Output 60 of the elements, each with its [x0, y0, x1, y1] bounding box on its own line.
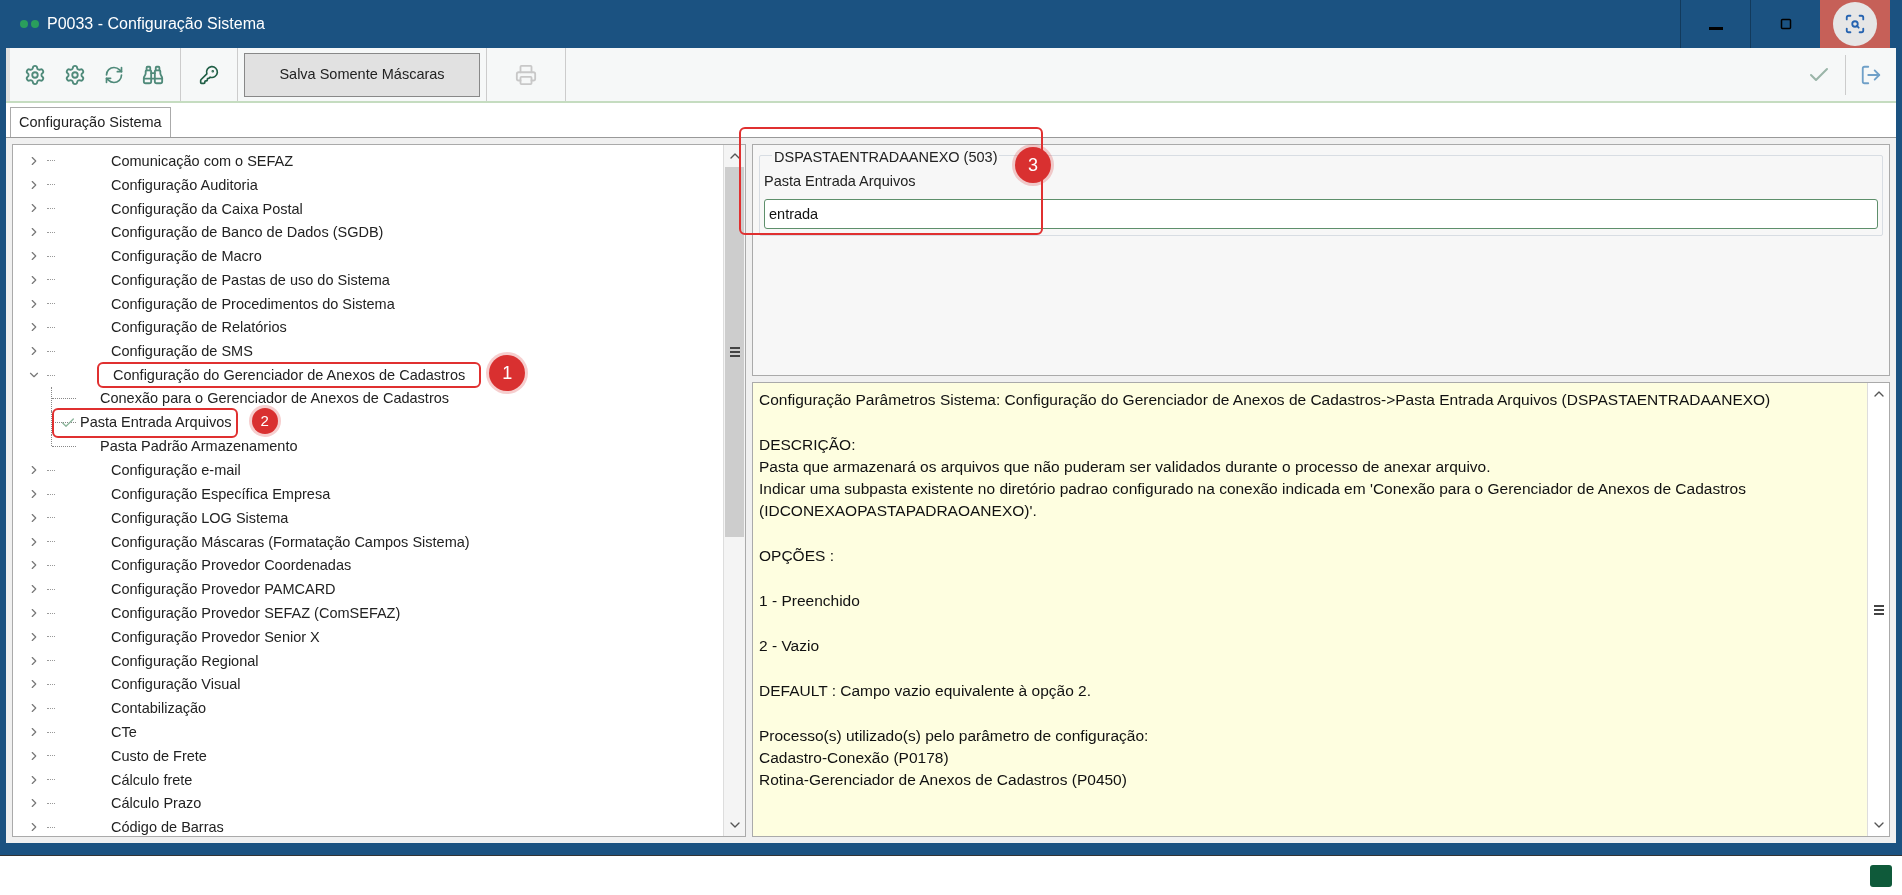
- tree-item[interactable]: Configuração Provedor Coordenadas: [97, 554, 366, 577]
- description-line: Pasta que armazenará os arquivos que não puderam ser validados durante o processo de anexar arquivo.: [759, 457, 1492, 477]
- tree-item[interactable]: Configuração Auditoria: [97, 173, 272, 196]
- tree-item[interactable]: Configuração Provedor SEFAZ (ComSEFAZ): [97, 602, 415, 625]
- tree-item[interactable]: Configuração de SMS: [97, 340, 267, 363]
- tree-item[interactable]: Contabilização: [97, 697, 221, 720]
- tab[interactable]: Configuração Sistema: [10, 107, 171, 137]
- description-line: Indicar uma subpasta existente no diretório padrao configurado na conexão indicada em 'Conexão para o Gerenciador de Anexos de Cadastros (IDCONEXAOPASTAPADRAOANEXO)'.: [759, 479, 1747, 521]
- input-field[interactable]: entrada: [764, 198, 1878, 229]
- scroll-thumb[interactable]: [725, 167, 744, 537]
- tree-item[interactable]: CTe: [97, 721, 151, 744]
- refresh-icon[interactable]: [104, 64, 124, 85]
- tree-item[interactable]: Configuração LOG Sistema: [97, 506, 303, 529]
- description-line: DEFAULT : Campo vazio equivalente à opção 2.: [759, 681, 1092, 701]
- tree-item[interactable]: Cálculo frete: [97, 768, 207, 791]
- tree-item[interactable]: Custo de Frete: [97, 744, 221, 767]
- tree-item[interactable]: Configuração Específica Empresa: [97, 483, 345, 506]
- connection-icon: [1870, 864, 1892, 887]
- tree-item[interactable]: Configuração de Procedimentos do Sistema: [97, 292, 409, 315]
- tree-item[interactable]: Configuração Máscaras (Formatação Campos Sistema): [97, 530, 484, 553]
- tree-item[interactable]: Pasta Entrada Arquivos: [52, 407, 238, 438]
- tree-item[interactable]: Configuração de Banco de Dados (SGDB): [97, 221, 398, 244]
- window-title: P0033 - Configuração Sistema: [47, 14, 265, 34]
- description-line: 2 - Vazio: [759, 636, 821, 656]
- description-line: Configuração Parâmetros Sistema: Configuração do Gerenciador de Anexos de Cadastros->Pasta Entrada Arquivos (DSPASTAENTRADAANEXO): [759, 390, 1772, 410]
- tree-item[interactable]: Configuração Regional: [97, 649, 273, 672]
- minimize-icon: [1708, 26, 1723, 30]
- tree-item[interactable]: Cálculo Prazo: [97, 792, 216, 815]
- tree-item[interactable]: Configuração Provedor PAMCARD: [97, 578, 350, 601]
- tree-item[interactable]: Configuração Visual: [97, 673, 255, 696]
- grip-icon: [729, 347, 740, 357]
- description-line: 1 - Preenchido: [759, 591, 861, 611]
- scrollbar[interactable]: [723, 145, 745, 836]
- grip-icon: [1873, 604, 1884, 615]
- description-line: Cadastro-Conexão (P0178): [759, 748, 950, 768]
- tree-item[interactable]: Configuração Provedor Senior X: [97, 625, 334, 648]
- status-dots-icon: [20, 20, 39, 28]
- tree-item[interactable]: Configuração de Macro: [97, 245, 276, 268]
- exit-icon[interactable]: [1860, 63, 1882, 86]
- description-line: Rotina-Gerenciador de Anexos de Cadastros (P0450): [759, 770, 1128, 790]
- annotation-badge: 2: [251, 407, 278, 434]
- annotation-badge: 3: [1015, 147, 1051, 183]
- tree-item[interactable]: Configuração de Pastas de uso do Sistema: [97, 268, 404, 291]
- tree-item[interactable]: Comunicação com o SEFAZ: [97, 149, 308, 172]
- scrollbar[interactable]: [1867, 383, 1889, 836]
- maximize-icon: [1779, 18, 1792, 30]
- description-line: DESCRIÇÃO:: [759, 435, 857, 455]
- tree-item[interactable]: Configuração da Caixa Postal: [97, 197, 317, 220]
- tree-item[interactable]: Configuração de Relatórios: [97, 316, 301, 339]
- tree-item[interactable]: Configuração e-mail: [97, 459, 255, 482]
- description-line: Processo(s) utilizado(s) pelo parâmetro de configuração:: [759, 726, 1150, 746]
- tree-item[interactable]: Código de Barras: [97, 816, 238, 839]
- screen-capture-icon[interactable]: [1833, 2, 1877, 46]
- annotation-badge: 1: [489, 355, 526, 392]
- description-line: OPÇÕES :: [759, 546, 835, 566]
- parameter-label: Pasta Entrada Arquivos: [764, 171, 916, 191]
- close-button[interactable]: [1820, 0, 1890, 48]
- tree-item[interactable]: Configuração do Gerenciador de Anexos de Cadastros: [97, 362, 482, 389]
- save-masks-button[interactable]: Salva Somente Máscaras: [244, 52, 480, 97]
- binoculars-icon[interactable]: [142, 63, 164, 86]
